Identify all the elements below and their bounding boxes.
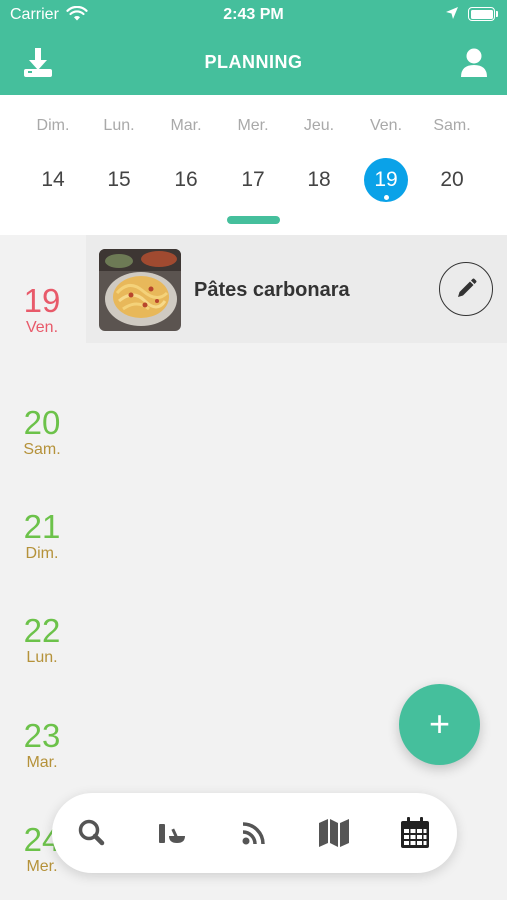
nav-ingredients-button[interactable] <box>155 815 191 851</box>
week-day-jeu[interactable]: Jeu. 18 <box>286 95 352 215</box>
date-number: 22 <box>23 612 61 649</box>
calendar-icon <box>401 817 429 848</box>
plus-icon: + <box>428 703 451 744</box>
date-label-22: 22 Lun. <box>0 613 84 667</box>
week-day-number: 17 <box>241 168 265 191</box>
map-icon <box>319 819 349 847</box>
edit-meal-button[interactable] <box>439 262 493 316</box>
week-day-name: Mer. <box>237 117 269 134</box>
date-label-23: 23 Mar. <box>0 718 84 772</box>
nav-search-button[interactable] <box>74 815 110 851</box>
app-header: Carrier 2:43 PM PLANNING <box>0 0 507 95</box>
event-dot <box>384 195 389 200</box>
week-day-number: 18 <box>307 168 331 191</box>
week-day-sam[interactable]: Sam. 20 <box>419 95 485 215</box>
date-day: Dim. <box>25 545 59 562</box>
add-meal-button[interactable]: + <box>399 684 480 765</box>
page-title: PLANNING <box>204 52 303 72</box>
week-drag-handle[interactable] <box>227 216 280 224</box>
week-selector: Dim. 14 Lun. 15 Mar. 16 Mer. 17 Jeu. 18 … <box>0 95 507 235</box>
week-day-name: Jeu. <box>303 117 335 134</box>
week-day-number: 16 <box>174 168 198 191</box>
week-day-mar[interactable]: Mar. 16 <box>153 95 219 215</box>
date-number: 20 <box>23 404 61 441</box>
rss-icon <box>242 822 265 845</box>
battery-icon <box>468 7 498 21</box>
date-label-20: 20 Sam. <box>0 405 84 459</box>
week-day-number: 15 <box>107 168 131 191</box>
week-day-mer[interactable]: Mer. 17 <box>220 95 286 215</box>
status-time: 2:43 PM <box>223 6 284 23</box>
status-bar: Carrier 2:43 PM <box>0 0 507 30</box>
date-day: Lun. <box>26 649 58 666</box>
week-day-lun[interactable]: Lun. 15 <box>86 95 152 215</box>
week-day-ven-selected[interactable]: Ven. 19 <box>353 95 419 215</box>
search-icon <box>78 819 105 846</box>
week-day-name: Dim. <box>36 117 70 134</box>
date-label-21: 21 Dim. <box>0 509 84 563</box>
location-icon <box>445 6 459 25</box>
nav-planning-button[interactable] <box>397 815 433 851</box>
pencil-icon <box>458 278 477 297</box>
week-day-name: Sam. <box>433 117 471 134</box>
week-day-number: 20 <box>440 168 464 191</box>
week-day-number: 14 <box>41 168 65 191</box>
meal-card[interactable]: Pâtes carbonara <box>86 235 507 343</box>
nav-feed-button[interactable] <box>236 815 272 851</box>
date-number: 21 <box>23 508 61 545</box>
profile-button[interactable] <box>456 45 492 81</box>
meal-title: Pâtes carbonara <box>194 279 350 301</box>
user-icon <box>461 48 487 77</box>
date-day: Sam. <box>23 441 61 458</box>
mortar-pestle-icon <box>159 824 185 843</box>
week-day-dim[interactable]: Dim. 14 <box>20 95 86 215</box>
week-day-name: Lun. <box>103 117 135 134</box>
date-day: Ven. <box>25 319 59 336</box>
week-day-name: Ven. <box>369 117 403 134</box>
date-number: 23 <box>23 717 61 754</box>
date-day: Mar. <box>26 754 58 771</box>
bottom-navigation <box>52 793 457 873</box>
week-day-name: Mar. <box>170 117 202 134</box>
date-label-19: 19 Ven. <box>0 283 84 337</box>
meal-image <box>99 249 181 331</box>
nav-map-button[interactable] <box>316 815 352 851</box>
date-number: 19 <box>23 282 61 319</box>
